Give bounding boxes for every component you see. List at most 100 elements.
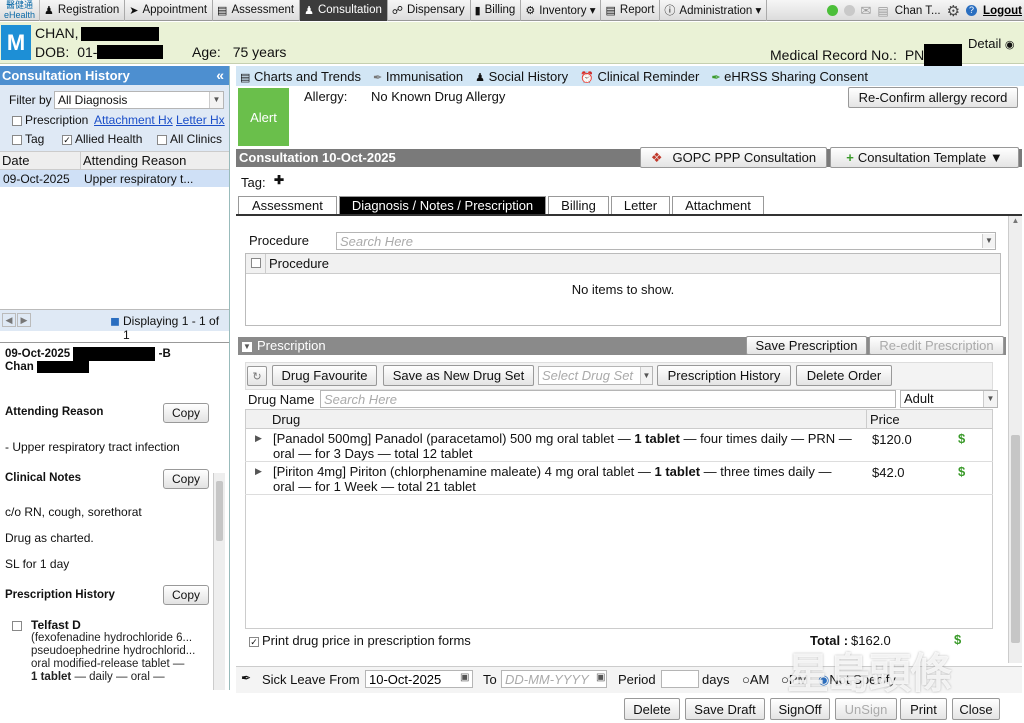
radio-dot-icon: ◉ [1004,39,1015,51]
letter-hx-link[interactable]: Letter Hx [176,113,225,127]
prescription-history-button[interactable]: Prescription History [657,365,791,386]
dropdown-arrow-icon[interactable]: ▼ [982,234,995,248]
all-clinics-checkbox[interactable]: All Clinics [157,132,222,146]
calendar-icon[interactable]: ▣ [596,672,605,683]
prescription-checkbox[interactable]: Prescription [12,113,88,127]
next-page-icon[interactable]: ▶ [17,313,31,327]
immunisation-link[interactable]: ✒ Immunisation [373,69,463,84]
tab-diagnosis-notes-prescription[interactable]: Diagnosis / Notes / Prescription [338,196,547,215]
sick-leave-to-label: To [483,672,497,687]
sick-leave-from-input[interactable] [365,670,473,688]
consultation-template-button[interactable]: + Consultation Template ▼ [830,147,1019,168]
add-tag-icon[interactable]: ✚ [274,173,284,187]
collapse-square-icon[interactable]: ▼ [242,341,252,352]
close-button[interactable]: Close [952,698,1000,720]
save-new-drug-set-button[interactable]: Save as New Drug Set [383,365,534,386]
ehrss-consent-link[interactable]: ✒ eHRSS Sharing Consent [711,69,868,84]
tab-attachment[interactable]: Attachment [672,196,764,215]
period-days-input[interactable] [661,670,699,688]
rx-checkbox[interactable] [12,621,22,631]
consultation-history-panel: Consultation History « Filter by All Dia… [0,66,230,690]
menu-report[interactable]: ▤ Report [601,0,661,21]
drug-set-select[interactable] [538,366,653,385]
diagnosis-filter-select[interactable]: All Diagnosis ▼ [54,91,224,109]
save-prescription-button[interactable]: Save Prescription [746,336,867,355]
print-price-checkbox[interactable]: ✓ Print drug price in prescription forms [249,633,471,648]
clinical-notes-label: Clinical Notes [5,472,82,484]
save-draft-button[interactable]: Save Draft [685,698,765,720]
prev-page-icon[interactable]: ◀ [2,313,16,327]
menu-administration[interactable]: ⓘ Administration ▾ [660,0,768,21]
price-dollar-icon[interactable]: $ [958,431,965,446]
reedit-prescription-button[interactable]: Re-edit Prescription [869,336,1004,355]
alert-button[interactable]: Alert [238,88,289,146]
menu-inventory[interactable]: ⚙ Inventory ▾ [521,0,602,21]
price-dollar-icon[interactable]: $ [958,464,965,479]
history-title: Consultation History [2,68,130,83]
sick-leave-from-label: Sick Leave From [262,672,360,687]
logout-link[interactable]: Logout [983,5,1022,17]
col-date[interactable]: Date [2,153,29,168]
expand-row-icon[interactable]: ▶ [255,466,262,477]
tab-billing[interactable]: Billing [548,196,609,215]
people-icon: ♟ [475,71,486,84]
billing-icon: ▮ [474,4,481,17]
social-history-link[interactable]: ♟ Social History [475,69,568,84]
help-icon[interactable]: ? [966,5,978,16]
delete-button[interactable]: Delete [624,698,680,720]
print-button[interactable]: Print [900,698,947,720]
copy-clinical-notes-button[interactable]: Copy [163,469,209,489]
gopc-ppp-button[interactable]: ❖ GOPC PPP Consultation [640,147,827,168]
menu-consultation[interactable]: ♟ Consultation [300,0,388,21]
unsign-button[interactable]: UnSign [835,698,897,720]
drug-name-search-input[interactable] [320,390,896,408]
copy-prescription-history-button[interactable]: Copy [163,585,209,605]
prescription-title: Prescription [257,338,326,353]
calendar-icon[interactable]: ▣ [460,672,469,683]
detail-suffix: -B [158,348,171,361]
tag-checkbox[interactable]: Tag [12,132,44,146]
empty-message: No items to show. [571,282,675,297]
scroll-up-icon[interactable]: ▲ [1009,216,1022,225]
table-row[interactable]: ▶ [Panadol 500mg] Panadol (paracetamol) … [245,430,993,462]
drug-grid-header: Drug Price [246,410,992,429]
copy-attending-reason-button[interactable]: Copy [163,403,209,423]
content-scrollbar[interactable]: ▲ [1008,216,1022,663]
drug-favourite-button[interactable]: Drug Favourite [272,365,377,386]
document-icon[interactable]: ▤ [877,4,888,18]
sick-leave-to-input[interactable] [501,670,607,688]
age-group-select[interactable]: Adult ▼ [900,390,998,408]
col-attending-reason[interactable]: Attending Reason [83,153,186,168]
charts-trends-link[interactable]: ▤ Charts and Trends [240,69,361,84]
table-row[interactable]: ▶ [Piriton 4mg] Piriton (chlorphenamine … [245,463,993,495]
dropdown-arrow-icon[interactable]: ▼ [640,367,652,384]
menu-assessment[interactable]: ▤ Assessment [213,0,301,21]
am-radio[interactable]: ○AM [742,672,769,687]
detail-scrollbar[interactable] [213,473,225,690]
procedure-search-input[interactable] [336,232,996,250]
delete-order-button[interactable]: Delete Order [796,365,892,386]
collapse-icon[interactable]: « [216,66,224,85]
attachment-hx-link[interactable]: Attachment Hx [94,113,173,127]
menu-registration[interactable]: ♟ Registration [40,0,126,21]
expand-row-icon[interactable]: ▶ [255,433,262,444]
reconfirm-allergy-button[interactable]: Re-Confirm allergy record [848,87,1018,108]
detail-toggle[interactable]: Detail ◉ [968,36,1014,51]
tab-assessment[interactable]: Assessment [238,196,337,215]
mail-icon[interactable]: ✉ [861,3,872,19]
select-all-checkbox[interactable] [251,258,261,268]
allergy-value: No Known Drug Allergy [371,89,506,104]
tab-letter[interactable]: Letter [610,196,671,215]
logo-english: eHealth [3,10,36,20]
menu-appointment[interactable]: ➤ Appointment [125,0,214,21]
top-menu-bar: 醫健通 eHealth ♟ Registration ➤ Appointment ▤… [0,0,1024,21]
settings-gear-icon[interactable]: ⚙ [947,2,960,20]
signoff-button[interactable]: SignOff [770,698,830,720]
allied-health-checkbox[interactable]: ✓ Allied Health [62,132,142,146]
refresh-icon[interactable]: ↻ [247,366,267,386]
menu-dispensary[interactable]: ☍ Dispensary [388,0,471,21]
menu-billing[interactable]: ▮ Billing [471,0,522,21]
history-detail-section: 09-Oct-2025 -B Chan Attending Reason Cop… [0,342,229,690]
clinical-reminder-link[interactable]: ⏰ Clinical Reminder [580,69,699,84]
table-row[interactable]: 09-Oct-2025 Upper respiratory t... [0,170,229,187]
